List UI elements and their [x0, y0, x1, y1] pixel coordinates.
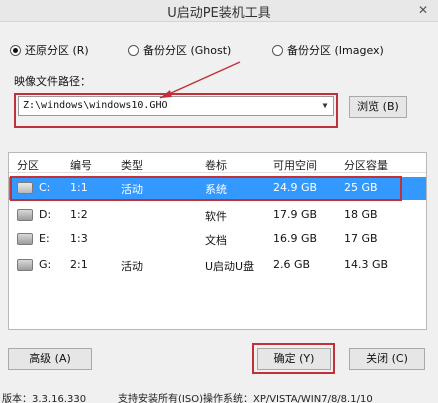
image-path-value: Z:\windows\windows10.GHO: [23, 100, 168, 111]
close-button[interactable]: 关闭 (C): [349, 348, 425, 370]
column-header-number: 编号: [70, 159, 92, 172]
radio-dot: [272, 44, 283, 56]
column-header-free-space: 可用空间: [273, 159, 317, 172]
cell-free: 17.9 GB: [273, 208, 318, 221]
cell-drive: G:: [39, 258, 52, 271]
cell-label: U启动U盘: [205, 260, 255, 273]
table-row[interactable]: D: 1:2 软件 17.9 GB 18 GB: [9, 204, 426, 227]
table-row[interactable]: C: 1:1 活动 系统 24.9 GB 25 GB: [9, 177, 426, 200]
cell-size: 25 GB: [344, 181, 378, 194]
cell-label: 文档: [205, 234, 227, 247]
cell-size: 17 GB: [344, 232, 378, 245]
cell-type: 活动: [121, 183, 143, 196]
browse-button[interactable]: 浏览 (B): [349, 96, 407, 118]
cell-free: 2.6 GB: [273, 258, 311, 271]
radio-dot-selected: [10, 44, 21, 56]
table-row[interactable]: E: 1:3 文档 16.9 GB 17 GB: [9, 228, 426, 251]
column-header-type: 类型: [121, 159, 143, 172]
mode-radio-group: 还原分区 (R) 备份分区 (Ghost) 备份分区 (Imagex): [0, 42, 438, 60]
cell-type: 活动: [121, 260, 143, 273]
radio-backup-ghost-label: 备份分区 (Ghost): [143, 44, 232, 57]
chevron-down-icon[interactable]: ▼: [317, 97, 333, 115]
radio-dot: [128, 44, 139, 56]
image-path-label: 映像文件路径：: [14, 75, 91, 88]
table-header: 分区 编号 类型 卷标 可用空间 分区容量: [9, 153, 426, 173]
cell-drive: E:: [39, 232, 50, 245]
cell-label: 软件: [205, 210, 227, 223]
column-header-capacity: 分区容量: [344, 159, 388, 172]
radio-restore-partition[interactable]: 还原分区 (R): [10, 42, 89, 58]
hard-disk-icon: [17, 182, 33, 194]
cell-number: 2:1: [70, 258, 88, 271]
cell-size: 18 GB: [344, 208, 378, 221]
cell-free: 24.9 GB: [273, 181, 318, 194]
close-icon: ✕: [417, 3, 429, 17]
ok-button[interactable]: 确定 (Y): [257, 348, 331, 370]
cell-drive: D:: [39, 208, 52, 221]
usb-drive-icon: [17, 259, 33, 271]
hard-disk-icon: [17, 233, 33, 245]
cell-drive: C:: [39, 181, 51, 194]
column-header-label: 卷标: [205, 159, 227, 172]
title-bar: U启动PE装机工具 ✕: [0, 0, 438, 22]
cell-number: 1:3: [70, 232, 88, 245]
table-row[interactable]: G: 2:1 活动 U启动U盘 2.6 GB 14.3 GB: [9, 254, 426, 277]
radio-restore-label: 还原分区 (R): [25, 44, 89, 57]
cell-size: 14.3 GB: [344, 258, 389, 271]
cell-free: 16.9 GB: [273, 232, 318, 245]
cell-number: 1:2: [70, 208, 88, 221]
window-title: U启动PE装机工具: [167, 6, 271, 21]
cell-number: 1:1: [70, 181, 88, 194]
radio-backup-ghost[interactable]: 备份分区 (Ghost): [128, 42, 231, 58]
close-window-button[interactable]: ✕: [408, 0, 438, 20]
partition-table: 分区 编号 类型 卷标 可用空间 分区容量 C: 1:1 活动 系统 24.9 …: [8, 152, 427, 330]
status-bar: 版本：3.3.16.330 支持安装所有(ISO)操作系统：XP/VISTA/W…: [0, 390, 438, 403]
radio-backup-imagex-label: 备份分区 (Imagex): [287, 44, 384, 57]
radio-backup-imagex[interactable]: 备份分区 (Imagex): [272, 42, 384, 58]
advanced-button[interactable]: 高级 (A): [8, 348, 92, 370]
version-text: 版本：3.3.16.330: [2, 394, 87, 403]
column-header-partition: 分区: [17, 159, 39, 172]
image-path-combobox[interactable]: Z:\windows\windows10.GHO ▼: [18, 96, 334, 116]
support-text: 支持安装所有(ISO)操作系统：XP/VISTA/WIN7/8/8.1/10: [118, 394, 373, 403]
cell-label: 系统: [205, 183, 227, 196]
hard-disk-icon: [17, 209, 33, 221]
